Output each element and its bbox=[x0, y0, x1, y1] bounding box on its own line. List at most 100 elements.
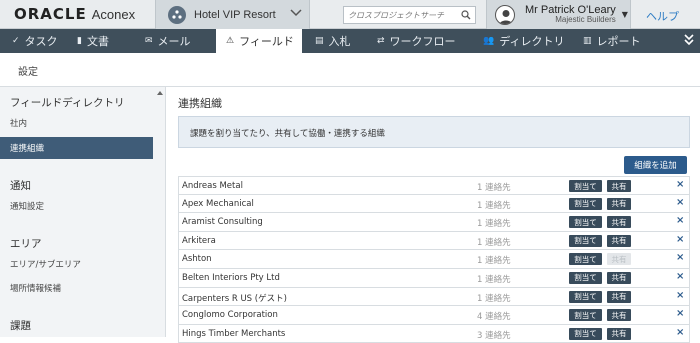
sidebar-scrollbar[interactable] bbox=[155, 87, 165, 337]
nav-field[interactable]: ⚠ フィールド bbox=[216, 29, 302, 53]
assign-button[interactable]: 割当て bbox=[569, 180, 602, 192]
top-header: ORACLE Aconex Hotel VIP Resort Mr Patric… bbox=[0, 0, 700, 29]
assign-button[interactable]: 割当て bbox=[569, 253, 602, 266]
help-link[interactable]: ヘルプ bbox=[646, 8, 679, 24]
remove-icon[interactable]: × bbox=[676, 271, 684, 282]
table-row: Hings Timber Merchants 3 連絡先 割当て 共有 × bbox=[178, 324, 690, 343]
contact-count: 1 連絡先 bbox=[477, 183, 511, 193]
share-button[interactable]: 共有 bbox=[607, 197, 631, 210]
assign-button[interactable]: 割当て bbox=[569, 309, 602, 322]
assign-button[interactable]: 割当て bbox=[569, 234, 602, 247]
share-button[interactable]: 共有 bbox=[607, 290, 631, 303]
table-row: Belten Interiors Pty Ltd 1 連絡先 割当て 共有 × bbox=[178, 268, 690, 288]
contact-count: 1 連絡先 bbox=[477, 274, 511, 285]
org-name: Arkitera bbox=[182, 235, 216, 246]
search-input[interactable] bbox=[344, 7, 456, 23]
workflow-icon: ⇄ bbox=[377, 36, 385, 46]
document-icon: ▮ bbox=[77, 36, 82, 46]
user-name: Mr Patrick O'Leary bbox=[525, 3, 616, 16]
organizations-table: Andreas Metal 1 連絡先 割当て 共有 × Apex Mechan… bbox=[178, 176, 690, 343]
share-button[interactable]: 共有 bbox=[607, 271, 631, 284]
remove-icon[interactable]: × bbox=[676, 215, 684, 226]
assign-button[interactable]: 割当て bbox=[569, 216, 602, 229]
project-name: Hotel VIP Resort bbox=[194, 8, 276, 21]
oracle-aconex-logo[interactable]: ORACLE Aconex bbox=[14, 5, 135, 25]
user-menu[interactable]: Mr Patrick O'Leary Majestic Builders ▼ bbox=[486, 0, 631, 29]
contact-count: 4 連絡先 bbox=[477, 312, 511, 323]
remove-icon[interactable]: × bbox=[676, 308, 684, 319]
remove-icon[interactable]: × bbox=[676, 197, 684, 208]
bar-chart-icon: ▥ bbox=[583, 36, 592, 46]
nav-mail-label: メール bbox=[157, 35, 191, 48]
nav-tender-label: 入札 bbox=[328, 35, 351, 48]
share-button[interactable]: 共有 bbox=[607, 216, 631, 229]
assign-button[interactable]: 割当て bbox=[569, 290, 602, 303]
remove-icon[interactable]: × bbox=[676, 234, 684, 245]
add-organization-button[interactable]: 組織を追加 bbox=[624, 156, 687, 174]
remove-icon[interactable]: × bbox=[676, 327, 684, 338]
org-name: Carpenters R US (ゲスト) bbox=[182, 293, 287, 304]
share-button[interactable]: 共有 bbox=[607, 327, 631, 340]
page-title: 設定 bbox=[18, 67, 38, 78]
section-title: 連携組織 bbox=[178, 97, 222, 110]
sidebar-heading-issues: 課題 bbox=[10, 320, 31, 332]
table-row: Carpenters R US (ゲスト) 1 連絡先 割当て 共有 × bbox=[178, 287, 690, 307]
sidebar-heading-notifications: 通知 bbox=[10, 180, 31, 192]
sidebar-heading-field-directory: フィールドディレクトリ bbox=[10, 97, 125, 109]
org-name: Andreas Metal bbox=[182, 181, 243, 191]
nav-tender[interactable]: ▤ 入札 bbox=[302, 29, 365, 53]
double-chevron-down-icon[interactable] bbox=[684, 34, 694, 49]
share-button[interactable]: 共有 bbox=[607, 234, 631, 247]
nav-directory[interactable]: 👥 ディレクトリ bbox=[471, 29, 573, 53]
assign-button[interactable]: 割当て bbox=[569, 197, 602, 210]
org-name: Apex Mechanical bbox=[182, 198, 254, 209]
nav-tasks[interactable]: ✓ タスク bbox=[0, 29, 71, 53]
remove-icon[interactable]: × bbox=[676, 290, 684, 301]
share-button-disabled: 共有 bbox=[607, 253, 631, 266]
contact-count: 1 連絡先 bbox=[477, 237, 511, 248]
nav-workflow-label: ワークフロー bbox=[389, 35, 456, 48]
sidebar-item-area-subarea[interactable]: エリア/サブエリア bbox=[0, 253, 153, 275]
table-row: Aramist Consulting 1 連絡先 割当て 共有 × bbox=[178, 213, 690, 232]
table-row: Arkitera 1 連絡先 割当て 共有 × bbox=[178, 231, 690, 251]
main-nav: ✓ タスク ▮ 文書 ✉ メール ⚠ フィールド ▤ 入札 ⇄ ワークフロー 👥 ディレクトリ… bbox=[0, 29, 700, 53]
nav-reports-label: レポート bbox=[596, 35, 641, 48]
nav-documents-label: 文書 bbox=[86, 35, 109, 48]
sidebar-item-connected-orgs[interactable]: 連携組織 bbox=[0, 137, 153, 159]
assign-button[interactable]: 割当て bbox=[569, 327, 602, 340]
nav-directory-label: ディレクトリ bbox=[499, 35, 565, 48]
org-name: Aramist Consulting bbox=[182, 217, 263, 228]
assign-button[interactable]: 割当て bbox=[569, 271, 602, 284]
cross-project-search bbox=[343, 6, 476, 24]
remove-icon[interactable]: × bbox=[676, 252, 684, 263]
settings-subheader: 設定 bbox=[0, 53, 700, 87]
sidebar: フィールドディレクトリ 社内 連携組織 通知 通知設定 エリア エリア/サブエリ… bbox=[0, 87, 166, 337]
nav-reports[interactable]: ▥ レポート bbox=[573, 29, 653, 53]
nav-workflow[interactable]: ⇄ ワークフロー bbox=[365, 29, 471, 53]
nav-documents[interactable]: ▮ 文書 bbox=[71, 29, 135, 53]
logo-oracle: ORACLE bbox=[14, 5, 87, 23]
sidebar-item-location-suggestions[interactable]: 場所情報候補 bbox=[0, 277, 153, 299]
contact-count: 1 連絡先 bbox=[477, 256, 511, 267]
share-button[interactable]: 共有 bbox=[607, 180, 631, 192]
sidebar-heading-areas: エリア bbox=[10, 238, 42, 250]
sidebar-item-notification-settings[interactable]: 通知設定 bbox=[0, 195, 153, 217]
table-row: Conglomo Corporation 4 連絡先 割当て 共有 × bbox=[178, 306, 690, 325]
caret-down-icon: ▼ bbox=[621, 10, 628, 19]
project-selector[interactable]: Hotel VIP Resort bbox=[155, 0, 310, 29]
sidebar-item-internal[interactable]: 社内 bbox=[0, 112, 153, 134]
contact-count: 3 連絡先 bbox=[477, 330, 511, 341]
scroll-up-icon[interactable] bbox=[157, 91, 163, 95]
nav-mail[interactable]: ✉ メール bbox=[135, 29, 216, 53]
tender-icon: ▤ bbox=[315, 36, 324, 46]
nav-field-label: フィールド bbox=[239, 35, 294, 48]
table-row: Ashton 1 連絡先 割当て 共有 × bbox=[178, 250, 690, 269]
table-row: Andreas Metal 1 連絡先 割当て 共有 × bbox=[178, 176, 690, 195]
share-button[interactable]: 共有 bbox=[607, 309, 631, 322]
logo-aconex: Aconex bbox=[91, 7, 136, 22]
org-name: Ashton bbox=[182, 254, 212, 265]
search-icon[interactable] bbox=[461, 10, 471, 23]
remove-icon[interactable]: × bbox=[676, 179, 684, 190]
info-banner: 課題を割り当てたり、共有して協働・連携する組織 bbox=[178, 116, 690, 148]
table-row: Apex Mechanical 1 連絡先 割当て 共有 × bbox=[178, 194, 690, 214]
